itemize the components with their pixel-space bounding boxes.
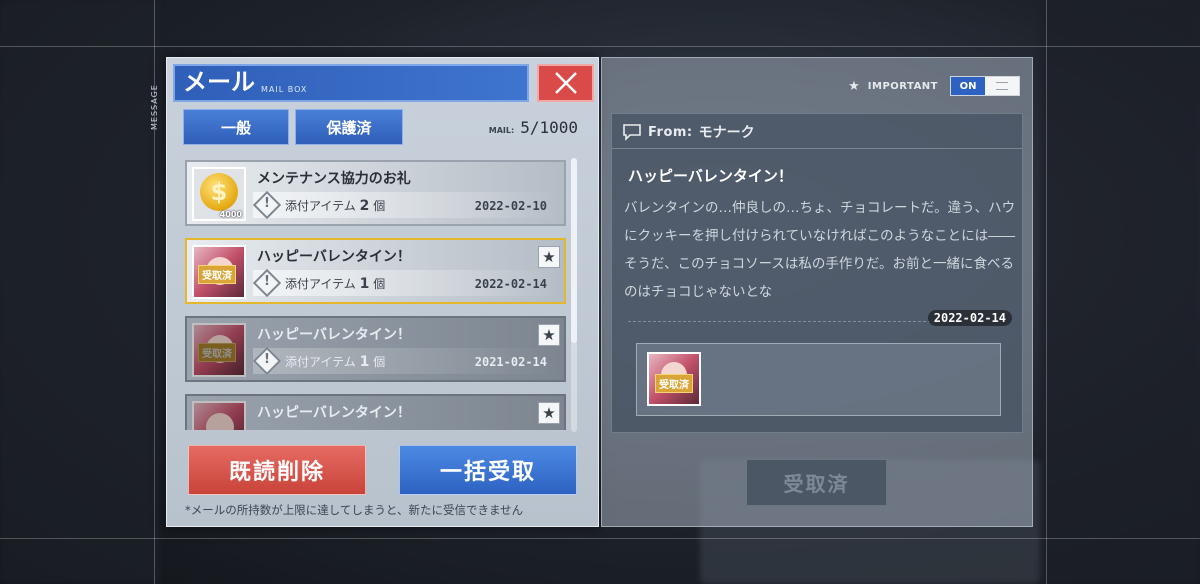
mail-item[interactable]: 4000 メンテナンス協力のお礼 ! 添付アイテム 2 個 2022-02-10 — [185, 160, 566, 226]
mail-detail-body[interactable]: バレンタインの…仲良しの…ちょ、チョコレートだ。違う、ハウにクッキーを押し付けら… — [624, 194, 1016, 306]
background-shape — [0, 0, 160, 584]
mail-detail-date: 2022-02-14 — [927, 310, 1012, 326]
tab-general[interactable]: 一般 — [183, 109, 289, 145]
from-label: From: — [648, 124, 693, 140]
received-badge: 受取済 — [198, 265, 236, 284]
background-line — [0, 538, 1200, 539]
message-icon — [623, 124, 641, 141]
mail-subtitle: MAIL BOX — [261, 85, 308, 94]
attachment-bar: ! 添付アイテム 1 個 2022-02-14 — [252, 268, 561, 298]
mail-header: メール MAIL BOX — [173, 64, 529, 102]
coin-icon: 4000 — [192, 167, 246, 221]
mail-list[interactable]: 4000 メンテナンス協力のお礼 ! 添付アイテム 2 個 2022-02-10… — [177, 156, 582, 430]
attachment-info: 添付アイテム 1 個 — [285, 353, 385, 370]
favorite-star-button[interactable]: ★ — [538, 246, 560, 268]
attachment-count: 1 — [359, 354, 370, 370]
chocolate-item-icon: 受取済 — [192, 323, 246, 377]
mail-item-title: メンテナンス協力のお礼 — [257, 171, 411, 187]
attachment-info: 添付アイテム 1 個 — [285, 275, 385, 292]
chocolate-item-icon[interactable]: 受取済 — [647, 352, 701, 406]
mail-item-date: 2021-02-14 — [474, 355, 547, 369]
item-quantity: 4000 — [219, 210, 242, 219]
chocolate-item-icon — [192, 401, 246, 430]
mail-item-date: 2022-02-14 — [474, 277, 547, 291]
background-line — [0, 46, 1200, 47]
important-filter: ★ IMPORTANT ON — [848, 76, 1020, 96]
important-toggle[interactable]: ON — [950, 76, 1020, 96]
attachment-info: 添付アイテム 2 個 — [285, 197, 385, 214]
attachment-label: 添付アイテム — [285, 277, 356, 291]
divider — [612, 148, 1022, 149]
attachment-bar: ! 添付アイテム 2 個 2022-02-10 — [252, 190, 561, 220]
mail-tabs: 一般 保護済 — [183, 109, 403, 145]
attachment-bar: ! 添付アイテム 1 個 2021-02-14 — [252, 346, 561, 376]
attachment-label: 添付アイテム — [285, 355, 356, 369]
toggle-on-label: ON — [951, 77, 985, 95]
received-badge: 受取済 — [198, 343, 236, 362]
attachment-unit: 個 — [373, 277, 386, 291]
mail-item-title: ハッピーバレンタイン！ — [257, 249, 411, 265]
attachment-count: 1 — [359, 276, 370, 292]
close-button[interactable] — [537, 64, 594, 102]
star-icon: ★ — [542, 247, 556, 266]
received-button[interactable]: 受取済 — [746, 459, 887, 506]
toggle-knob — [985, 77, 1019, 95]
mail-count: MAIL: 5/1000 — [489, 118, 578, 137]
bulk-receive-button[interactable]: 一括受取 — [399, 445, 577, 495]
attachment-box: 受取済 — [636, 343, 1001, 416]
mail-item[interactable]: ハッピーバレンタイン！ ★ — [185, 394, 566, 430]
mail-count-value: 5/1000 — [520, 118, 578, 137]
attachment-count: 2 — [359, 198, 370, 214]
attachment-unit: 個 — [373, 355, 386, 369]
attachment-label: 添付アイテム — [285, 199, 356, 213]
mail-item-date: 2022-02-10 — [474, 199, 547, 213]
star-icon: ★ — [542, 403, 556, 422]
background-shape — [1040, 0, 1200, 584]
mail-limit-footnote: *メールの所持数が上限に達してしまうと、新たに受信できません — [185, 503, 524, 517]
star-icon: ★ — [848, 78, 860, 94]
favorite-star-button[interactable]: ★ — [538, 402, 560, 424]
mail-item[interactable]: 受取済 ハッピーバレンタイン！ ★ ! 添付アイテム 1 個 2021-02-1… — [185, 316, 566, 382]
delete-read-button[interactable]: 既読削除 — [188, 445, 366, 495]
attachment-unit: 個 — [373, 199, 386, 213]
important-label: IMPORTANT — [867, 80, 938, 92]
received-badge: 受取済 — [655, 374, 693, 393]
close-icon — [554, 72, 577, 94]
mail-item-title: ハッピーバレンタイン！ — [257, 405, 411, 421]
sender-row: From: モナーク — [622, 122, 755, 142]
chocolate-item-icon: 受取済 — [192, 245, 246, 299]
favorite-star-button[interactable]: ★ — [538, 324, 560, 346]
tab-protected[interactable]: 保護済 — [295, 109, 403, 145]
message-side-label: MESSAGE — [150, 84, 159, 130]
mail-item-title: ハッピーバレンタイン！ — [257, 327, 411, 343]
mail-count-label: MAIL: — [488, 126, 515, 135]
sender-name: モナーク — [698, 125, 755, 141]
mail-item[interactable]: 受取済 ハッピーバレンタイン！ ★ ! 添付アイテム 1 個 2022-02-1… — [185, 238, 566, 304]
scrollbar-thumb[interactable] — [571, 158, 577, 343]
mail-detail-title: ハッピーバレンタイン！ — [628, 167, 793, 185]
mail-detail-card: From: モナーク ハッピーバレンタイン！ バレンタインの…仲良しの…ちょ、チ… — [611, 113, 1023, 433]
mail-panel: メール MAIL BOX 一般 保護済 MAIL: 5/1000 4000 メン… — [166, 57, 599, 527]
star-icon: ★ — [542, 325, 556, 344]
background-line — [1046, 0, 1047, 584]
mail-title: メール — [183, 68, 255, 96]
mail-detail-panel: ★ IMPORTANT ON From: モナーク ハッピーバレンタイン！ バレ… — [601, 57, 1033, 527]
